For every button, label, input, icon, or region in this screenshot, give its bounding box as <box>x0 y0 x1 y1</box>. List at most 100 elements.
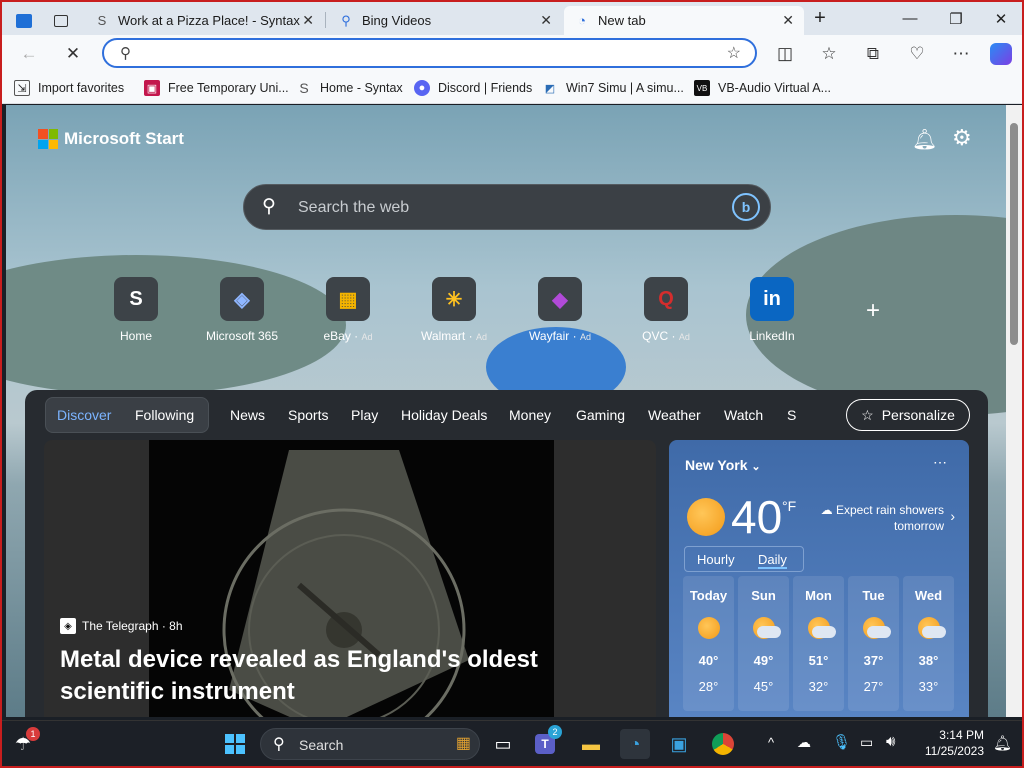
search-highlight-icon: ▦ <box>455 735 471 752</box>
split-screen-button[interactable]: ◫ <box>770 39 800 69</box>
weather-forecast-note[interactable]: ☁ Expect rain showers tomorrow <box>809 502 944 534</box>
minimize-button[interactable]: — <box>887 2 933 35</box>
new-tab-page: Microsoft Start 🔔︎ ⚙ ⚲ Search the web b … <box>6 105 1006 717</box>
tab-money[interactable]: Money <box>509 407 551 423</box>
tab-bing-videos[interactable]: ⚲ Bing Videos ✕ <box>328 6 562 35</box>
favorite-home-syntax[interactable]: S Home - Syntax <box>296 79 402 97</box>
tab-watch[interactable]: Watch <box>724 407 763 423</box>
back-button[interactable]: ← <box>14 39 44 69</box>
weather-card[interactable]: New York ⌄ ⋯ 40 °F ☁ Expect rain showers… <box>669 440 969 717</box>
favorite-import[interactable]: ⇲ Import favorites <box>14 79 124 97</box>
address-input[interactable] <box>148 44 708 62</box>
tab-pizza-place[interactable]: S Work at a Pizza Place! - Syntax ✕ <box>84 6 324 35</box>
quick-link-ebay[interactable]: ▦ eBay · Ad <box>298 277 398 343</box>
settings-menu-button[interactable]: ⋯ <box>946 39 976 69</box>
tab-actions-button[interactable] <box>46 6 76 35</box>
teams-button[interactable]: T 2 <box>530 725 562 759</box>
forecast-day[interactable]: Sun 49° 45° <box>738 576 789 711</box>
edge-icon: ◔ <box>578 13 586 28</box>
tab-play[interactable]: Play <box>351 407 378 423</box>
collections-button[interactable]: ⧉ <box>858 39 888 69</box>
temperature-unit[interactable]: °F <box>782 498 796 514</box>
feed-nav: Discover Following News Sports Play Holi… <box>25 390 988 442</box>
tab-news[interactable]: News <box>230 407 265 423</box>
network-icon[interactable]: ▭ <box>860 734 873 751</box>
high-temp: 37° <box>863 653 884 668</box>
chevron-up-icon[interactable]: ^ <box>768 735 774 750</box>
favorite-discord[interactable]: ● Discord | Friends <box>414 79 532 97</box>
file-explorer-button[interactable]: ▬ <box>576 729 606 759</box>
web-search-box[interactable]: ⚲ Search the web b <box>243 184 771 230</box>
tab-following[interactable]: Following <box>135 407 194 423</box>
microsoft-start-logo[interactable]: Microsoft Start <box>38 129 184 149</box>
forecast-day[interactable]: Today 40° 28° <box>683 576 734 711</box>
close-icon[interactable]: ✕ <box>302 12 314 29</box>
personalize-button[interactable]: ☆ Personalize <box>846 399 970 431</box>
tab-daily[interactable]: Daily <box>758 552 787 569</box>
rain-cloud-icon: ☁ <box>820 503 833 517</box>
bing-icon[interactable]: b <box>732 193 760 221</box>
add-site-icon[interactable]: + <box>866 297 880 325</box>
bell-icon[interactable]: 🔔︎ <box>912 127 937 152</box>
quick-link-home[interactable]: S Home <box>86 277 186 343</box>
taskbar-search[interactable]: ⚲ Search ▦ <box>260 728 480 760</box>
quick-link-qvc[interactable]: Q QVC · Ad <box>616 277 716 343</box>
onedrive-icon[interactable]: ☁ <box>797 734 811 751</box>
search-icon: ⚲ <box>262 196 276 217</box>
system-clock[interactable]: 3:14 PM 11/25/2023 <box>925 727 984 759</box>
more-icon[interactable]: ⋯ <box>933 454 947 471</box>
story-headline[interactable]: Metal device revealed as England's oldes… <box>60 644 640 708</box>
task-view-button[interactable]: ▭ <box>488 729 518 759</box>
forecast-day[interactable]: Tue 37° 27° <box>848 576 899 711</box>
store-button[interactable]: ▣ <box>664 729 694 759</box>
gear-icon[interactable]: ⚙ <box>952 125 972 151</box>
tab-sports[interactable]: Sports <box>288 407 328 423</box>
weather-widget-button[interactable]: ☂ 1 <box>8 727 40 759</box>
stop-loading-button[interactable]: ✕ <box>58 39 88 69</box>
favorites-button[interactable]: ☆ <box>814 39 844 69</box>
tab-gaming[interactable]: Gaming <box>576 407 625 423</box>
volume-icon[interactable]: 🔊︎ <box>886 733 895 750</box>
tab-more[interactable]: S <box>787 407 796 423</box>
workspaces-button[interactable] <box>8 6 40 35</box>
quick-link-microsoft-365[interactable]: ◈ Microsoft 365 <box>192 277 292 343</box>
star-icon[interactable]: ☆ <box>727 43 741 63</box>
discord-icon: ● <box>414 80 430 96</box>
close-icon[interactable]: ✕ <box>540 12 552 29</box>
restore-button[interactable]: ❐ <box>933 2 979 35</box>
chevron-right-icon[interactable]: › <box>950 508 955 524</box>
copilot-button[interactable] <box>986 39 1016 69</box>
quick-link-wayfair[interactable]: ◆ Wayfair · Ad <box>510 277 610 343</box>
weather-city[interactable]: New York ⌄ <box>685 457 761 473</box>
forecast-day[interactable]: Mon 51° 32° <box>793 576 844 711</box>
tab-hourly[interactable]: Hourly <box>697 552 735 567</box>
tab-holiday-deals[interactable]: Holiday Deals <box>401 407 487 423</box>
favorite-temp-uni[interactable]: ▣ Free Temporary Uni... <box>144 79 289 97</box>
start-button[interactable] <box>220 729 250 759</box>
chrome-button[interactable] <box>708 729 738 759</box>
close-window-button[interactable]: ✕ <box>978 2 1024 35</box>
favorite-win7-simu[interactable]: ◩ Win7 Simu | A simu... <box>542 79 684 97</box>
tab-weather[interactable]: Weather <box>648 407 701 423</box>
notifications-icon[interactable]: 🔔︎ <box>993 734 1012 752</box>
story-source[interactable]: ◈ The Telegraph · 8h <box>60 618 183 634</box>
favorite-label: Import favorites <box>38 81 125 95</box>
tab-discover[interactable]: Discover <box>57 407 111 423</box>
microphone-icon[interactable]: 🎙︎ <box>832 733 851 751</box>
hero-story-card[interactable]: ◈ The Telegraph · 8h Metal device reveal… <box>44 440 656 717</box>
page-scrollbar[interactable] <box>1006 105 1022 717</box>
favorite-vb-audio[interactable]: VB VB-Audio Virtual A... <box>694 79 831 97</box>
browser-toolbar: ← ✕ ⚲ ☆ ◫ ☆ ⧉ ♡ ⋯ <box>2 35 1022 72</box>
scrollbar-thumb[interactable] <box>1010 123 1018 345</box>
new-tab-button[interactable]: + <box>797 2 843 35</box>
import-icon: ⇲ <box>14 80 30 96</box>
quick-link-walmart[interactable]: ✳ Walmart · Ad <box>404 277 504 343</box>
forecast-day[interactable]: Wed 38° 33° <box>903 576 954 711</box>
address-bar[interactable]: ⚲ ☆ <box>102 38 757 68</box>
quick-link-linkedin[interactable]: in LinkedIn <box>722 277 822 343</box>
edge-taskbar-button[interactable]: ◔ <box>620 729 650 759</box>
browser-essentials-button[interactable]: ♡ <box>902 39 932 69</box>
close-icon[interactable]: ✕ <box>782 12 794 29</box>
tab-new-tab[interactable]: ◔ New tab ✕ <box>564 6 804 35</box>
folder-icon: ▬ <box>582 733 600 754</box>
